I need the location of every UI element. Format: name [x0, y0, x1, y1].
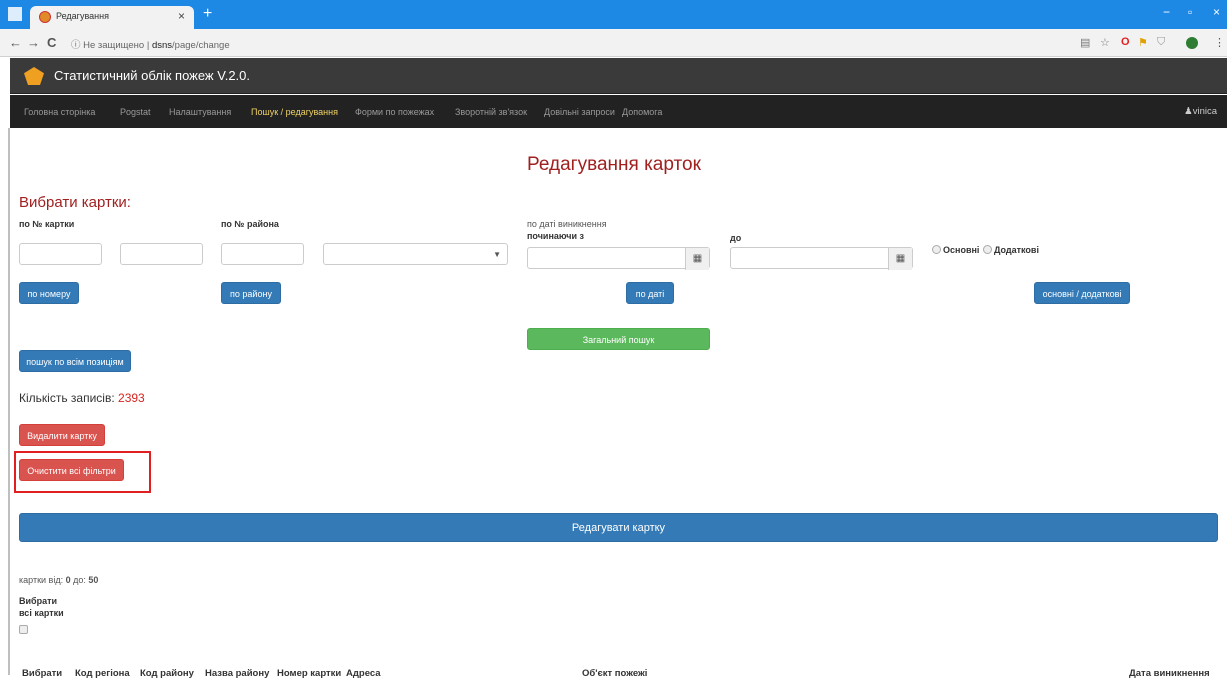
delete-card-button[interactable]: Видалити картку	[19, 424, 105, 446]
search-main-extra-button[interactable]: основні / додаткові	[1034, 282, 1130, 304]
paging-from-value: 0	[65, 575, 71, 585]
browser-tab[interactable]: Редагування ×	[30, 6, 194, 29]
app-title: Статистичний облік пожеж V.2.0.	[54, 68, 251, 83]
browser-menu-icon[interactable]: ⋮	[1214, 36, 1225, 49]
nav-item-custom-queries[interactable]: Довільні запроси	[544, 107, 615, 117]
tab-close-icon[interactable]: ×	[178, 9, 185, 23]
url-separator: |	[146, 40, 150, 51]
profile-avatar-icon[interactable]	[1186, 37, 1198, 49]
filters-heading: Вибрати картки:	[19, 194, 131, 211]
date-label: по даті виникнення	[527, 219, 607, 229]
district-number-input[interactable]	[221, 243, 304, 265]
search-by-date-button[interactable]: по даті	[626, 282, 674, 304]
th-date: Дата виникнення	[1129, 668, 1210, 679]
main-navbar: Головна сторінка Pogstat Налаштування По…	[10, 95, 1227, 128]
close-window-icon[interactable]: ×	[1213, 5, 1220, 19]
th-district-name: Назва району	[205, 668, 270, 679]
date-to-label: до	[730, 233, 742, 243]
search-all-positions-button[interactable]: пошук по всім позиціям	[19, 350, 131, 372]
site-favicon-icon	[39, 11, 51, 23]
nav-item-settings[interactable]: Налаштування	[169, 107, 231, 117]
browser-tab-bar: Редагування × + − ▫ ×	[0, 0, 1227, 29]
url-field[interactable]: ⓘ Не защищено | dsns/page/change	[71, 37, 230, 51]
card-number-from-input[interactable]	[19, 243, 102, 265]
dsns-logo-icon	[24, 67, 44, 85]
nav-item-home[interactable]: Головна сторінка	[24, 107, 95, 117]
th-district-code: Код району	[140, 668, 194, 679]
user-name: vinica	[1192, 106, 1217, 117]
minimize-icon[interactable]: −	[1163, 5, 1170, 19]
th-region-code: Код регіона	[75, 668, 130, 679]
card-number-to-input[interactable]	[120, 243, 203, 265]
radio-extra-label: Додаткові	[994, 245, 1039, 255]
records-count-label: Кількість записів:	[19, 391, 115, 405]
district-number-label: по № района	[221, 219, 279, 229]
select-all-label-line2: всі картки	[19, 608, 64, 618]
paging-to-value: 50	[88, 575, 99, 585]
nav-item-pogstat[interactable]: Pogstat	[120, 107, 151, 117]
records-count-value: 2393	[118, 391, 145, 405]
calendar-icon[interactable]: ▦	[888, 248, 912, 270]
general-search-button[interactable]: Загальний пошук	[527, 328, 710, 350]
th-select: Вибрати	[22, 668, 63, 679]
district-select[interactable]: ▼	[323, 243, 508, 265]
search-by-district-button[interactable]: по району	[221, 282, 281, 304]
user-icon: ♟	[1184, 106, 1193, 117]
th-address: Адреса	[346, 668, 381, 679]
annotation-highlight-box	[14, 451, 151, 493]
date-from-input[interactable]: ▦	[527, 247, 710, 270]
tab-title: Редагування	[56, 11, 109, 21]
user-menu[interactable]: ♟vinica	[1184, 106, 1217, 117]
back-icon[interactable]: ←	[9, 35, 22, 50]
url-host: dsns	[151, 40, 173, 51]
card-number-label: по № картки	[19, 219, 75, 229]
nav-item-help[interactable]: Допомога	[622, 107, 662, 117]
maximize-icon[interactable]: ▫	[1188, 5, 1192, 19]
opera-extension-icon[interactable]: O	[1121, 36, 1130, 48]
date-from-label: починаючи з	[527, 231, 584, 241]
extension-flag-icon[interactable]: ⚑	[1138, 36, 1148, 49]
translate-icon[interactable]: ▤	[1080, 36, 1090, 49]
select-all-label-line1: Вибрати	[19, 596, 58, 606]
th-card-number: Номер картки	[277, 668, 342, 679]
paging-range: картки від: 0 до: 50	[19, 575, 98, 585]
window-menu-icon[interactable]	[8, 7, 22, 21]
security-indicator[interactable]: ⓘ Не защищено	[71, 40, 144, 51]
app-header: Статистичний облік пожеж V.2.0.	[10, 58, 1227, 94]
bookmark-star-icon[interactable]: ☆	[1100, 36, 1110, 49]
url-path: /page/change	[172, 40, 230, 51]
forward-icon[interactable]: →	[27, 35, 40, 50]
content-left-border	[8, 128, 10, 675]
radio-extra[interactable]	[983, 245, 992, 254]
radio-main[interactable]	[932, 245, 941, 254]
search-by-number-button[interactable]: по номеру	[19, 282, 79, 304]
address-bar: ← → C ⓘ Не защищено | dsns/page/change ▤…	[0, 29, 1227, 57]
new-tab-button[interactable]: +	[203, 5, 212, 23]
date-to-input[interactable]: ▦	[730, 247, 913, 270]
nav-item-search-edit[interactable]: Пошук / редагування	[251, 107, 338, 117]
shield-extension-icon[interactable]: ⛉	[1157, 36, 1165, 49]
reload-icon[interactable]: C	[47, 35, 56, 50]
nav-item-fire-forms[interactable]: Форми по пожежах	[355, 107, 434, 117]
page-title: Редагування карток	[527, 154, 701, 175]
paging-from-label: картки від:	[19, 575, 64, 585]
edit-card-button[interactable]: Редагувати картку	[19, 513, 1218, 542]
th-fire-object: Об'єкт пожежі	[582, 668, 648, 679]
radio-main-label: Основні	[943, 245, 980, 255]
paging-to-label: до:	[73, 575, 86, 585]
nav-item-feedback[interactable]: Зворотній зв'язок	[455, 107, 527, 117]
calendar-icon[interactable]: ▦	[685, 248, 709, 270]
select-all-checkbox[interactable]	[19, 625, 28, 634]
chevron-down-icon: ▼	[493, 250, 501, 259]
records-count: Кількість записів: 2393	[19, 391, 145, 405]
